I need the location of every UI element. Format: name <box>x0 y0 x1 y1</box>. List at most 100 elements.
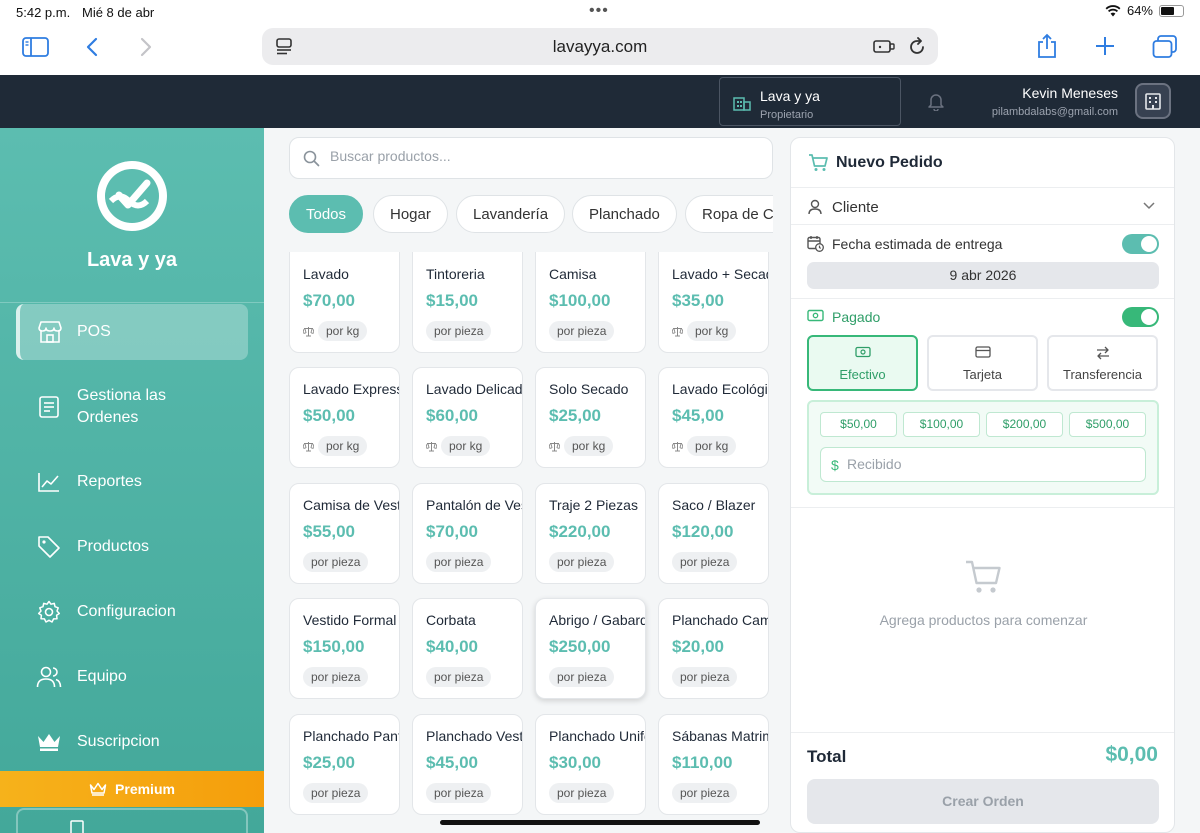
unit-badge: por pieza <box>672 667 738 687</box>
product-card[interactable]: Lavado Delicado $60,00 por kg <box>412 367 523 468</box>
product-name: Lavado <box>303 266 349 282</box>
gear-icon <box>36 599 62 625</box>
product-card[interactable]: Vestido Formal $150,00 por pieza <box>289 598 400 699</box>
product-card[interactable]: Saco / Blazer $120,00 por pieza <box>658 483 769 584</box>
product-unit: por pieza <box>672 552 738 572</box>
product-card[interactable]: Traje 2 Piezas $220,00 por pieza <box>535 483 646 584</box>
sidebar-item-products[interactable]: Productos <box>16 519 248 575</box>
quick-amount-button[interactable]: $500,00 <box>1069 412 1146 437</box>
product-card[interactable]: Tintoreria $15,00 por pieza <box>412 252 523 353</box>
sidebar-item-settings[interactable]: Configuracion <box>16 584 248 640</box>
sidebar-item-orders[interactable]: Gestiona las Ordenes <box>16 379 248 435</box>
product-price: $20,00 <box>672 637 724 656</box>
new-tab-icon[interactable] <box>1095 36 1115 56</box>
category-chip-ropa-de-cama[interactable]: Ropa de Cama <box>685 195 773 233</box>
business-selector[interactable]: Lava y ya Propietario <box>719 77 901 126</box>
product-unit: por kg <box>426 436 491 456</box>
avatar[interactable] <box>1135 83 1171 119</box>
product-card[interactable]: Lavado + Secado $35,00 por kg <box>658 252 769 353</box>
quick-amount-button[interactable]: $200,00 <box>986 412 1063 437</box>
transfer-icon <box>1049 346 1156 362</box>
forward-icon[interactable] <box>140 37 152 57</box>
product-price: $25,00 <box>549 406 601 425</box>
received-input[interactable] <box>847 456 1137 472</box>
product-card[interactable]: Camisa $100,00 por pieza <box>535 252 646 353</box>
user-name: Kevin Meneses <box>1022 85 1118 101</box>
order-title: Nuevo Pedido <box>836 154 943 171</box>
cash-icon <box>809 346 916 362</box>
product-name: Pantalón de Vestir <box>426 497 522 513</box>
logout-button[interactable] <box>16 808 248 833</box>
category-chip-lavanderia[interactable]: Lavandería <box>456 195 566 233</box>
unit-badge: por kg <box>318 321 368 341</box>
extension-icon[interactable] <box>873 38 895 55</box>
product-card[interactable]: Corbata $40,00 por pieza <box>412 598 523 699</box>
payment-method-card[interactable]: Tarjeta <box>927 335 1038 391</box>
sidebar-item-pos[interactable]: POS <box>16 304 248 360</box>
product-card[interactable]: Sábanas Matrimoniales $110,00 por pieza <box>658 714 769 815</box>
sidebar-divider <box>0 302 264 303</box>
product-card[interactable]: Planchado Camisa $20,00 por pieza <box>658 598 769 699</box>
browser-toolbar: lavayya.com <box>0 24 1200 75</box>
tag-icon <box>36 534 62 560</box>
reload-icon[interactable] <box>908 37 926 56</box>
sidebar-item-subscription[interactable]: Suscripcion <box>16 714 248 770</box>
sidebar-item-team[interactable]: Equipo <box>16 649 248 705</box>
address-bar[interactable]: lavayya.com <box>262 28 938 65</box>
product-unit: por pieza <box>549 321 615 341</box>
empty-cart-message: Agrega productos para comenzar <box>879 612 1088 628</box>
product-price: $45,00 <box>672 406 724 425</box>
payment-method-cash[interactable]: Efectivo <box>807 335 918 391</box>
divider <box>791 732 1174 733</box>
product-card[interactable]: Abrigo / Gabardina $250,00 por pieza <box>535 598 646 699</box>
category-chip-todos[interactable]: Todos <box>289 195 364 233</box>
sidebar-item-label: Gestiona las Ordenes <box>77 387 166 426</box>
client-selector[interactable]: Cliente <box>807 197 1159 225</box>
category-chip-planchado[interactable]: Planchado <box>572 195 677 233</box>
product-card[interactable]: Pantalón de Vestir $70,00 por pieza <box>412 483 523 584</box>
product-unit: por kg <box>672 436 737 456</box>
share-icon[interactable] <box>1036 33 1058 59</box>
product-price: $55,00 <box>303 522 355 541</box>
brand-logo <box>97 161 167 231</box>
search-input[interactable] <box>330 148 750 164</box>
unit-badge: por kg <box>687 321 737 341</box>
paid-label: Pagado <box>832 309 881 325</box>
unit-badge: por pieza <box>549 667 615 687</box>
unit-badge: por pieza <box>303 783 369 803</box>
category-chip-hogar[interactable]: Hogar <box>373 195 448 233</box>
back-icon[interactable] <box>86 37 98 57</box>
unit-badge: por pieza <box>426 667 492 687</box>
product-card[interactable]: Lavado Express $50,00 por kg <box>289 367 400 468</box>
product-card[interactable]: Planchado Pantalón $25,00 por pieza <box>289 714 400 815</box>
bell-icon[interactable] <box>927 92 945 111</box>
logo-check-icon <box>105 169 159 223</box>
payment-method-transfer[interactable]: Transferencia <box>1047 335 1158 391</box>
quick-amount-button[interactable]: $100,00 <box>903 412 980 437</box>
product-name: Lavado Express <box>303 381 400 397</box>
multitask-dots[interactable]: ••• <box>589 3 609 19</box>
product-card[interactable]: Solo Secado $25,00 por kg <box>535 367 646 468</box>
paid-toggle[interactable] <box>1122 307 1159 327</box>
quick-amount-button[interactable]: $50,00 <box>820 412 897 437</box>
delivery-toggle[interactable] <box>1122 234 1159 254</box>
product-unit: por pieza <box>672 667 738 687</box>
product-card[interactable]: Lavado Ecológico $45,00 por kg <box>658 367 769 468</box>
payment-method-label: Efectivo <box>839 367 886 382</box>
product-unit: por pieza <box>303 667 369 687</box>
create-order-button[interactable]: Crear Orden <box>807 779 1159 824</box>
sidebar-toggle-icon[interactable] <box>22 37 49 57</box>
product-card[interactable]: Planchado Uniforme $30,00 por pieza <box>535 714 646 815</box>
delivery-date-field[interactable]: 9 abr 2026 <box>807 262 1159 289</box>
unit-badge: por kg <box>687 436 737 456</box>
battery-icon <box>1159 4 1184 17</box>
product-card[interactable]: Camisa de Vestir $55,00 por pieza <box>289 483 400 584</box>
product-card[interactable]: Planchado Vestido $45,00 por pieza <box>412 714 523 815</box>
unit-badge: por pieza <box>426 321 492 341</box>
tabs-overview-icon[interactable] <box>1152 35 1178 59</box>
product-card[interactable]: Lavado $70,00 por kg <box>289 252 400 353</box>
sidebar-item-reports[interactable]: Reportes <box>16 454 248 510</box>
divider <box>791 298 1174 299</box>
premium-badge[interactable]: Premium <box>0 771 264 807</box>
url-text: lavayya.com <box>552 37 648 56</box>
